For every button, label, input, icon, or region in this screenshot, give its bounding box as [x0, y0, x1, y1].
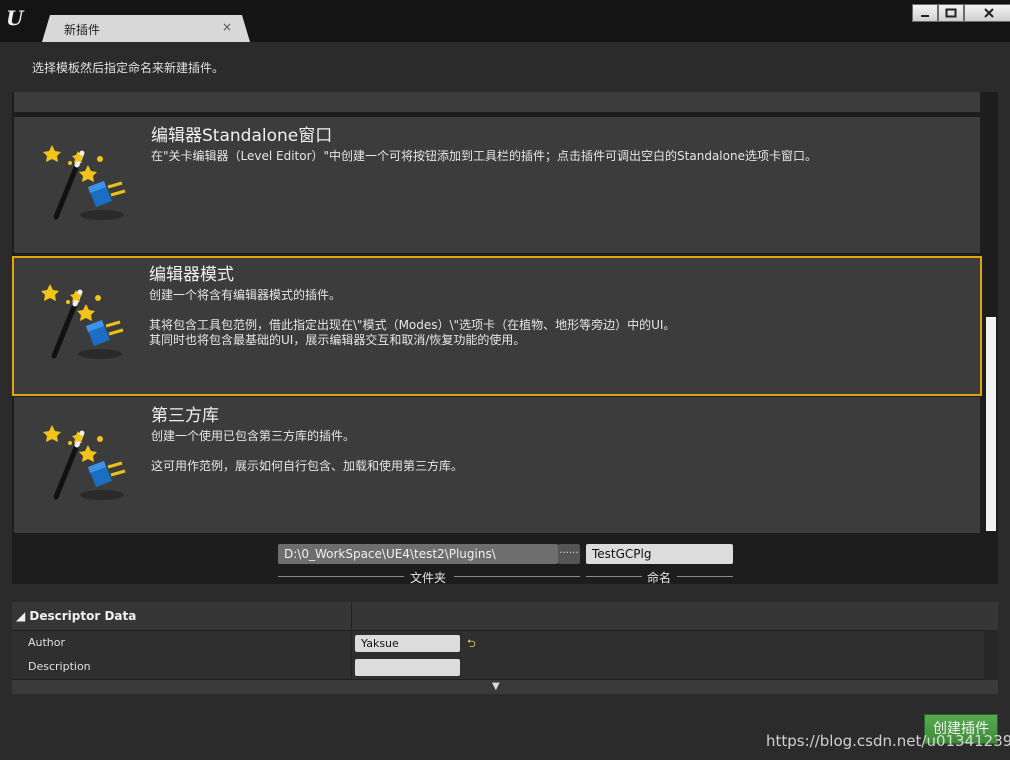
minimize-button[interactable]	[912, 4, 938, 22]
template-card-standalone-window[interactable]: 编辑器Standalone窗口 在"关卡编辑器（Level Editor）"中创…	[14, 117, 980, 253]
column-divider[interactable]	[351, 602, 352, 630]
folder-label-line-left	[278, 576, 404, 577]
scrollbar-thumb[interactable]	[986, 317, 996, 531]
expand-advanced-icon[interactable]: ▼	[492, 681, 500, 692]
template-description: 创建一个使用已包含第三方库的插件。 这可用作范例，展示如何自行包含、加载和使用第…	[151, 429, 464, 473]
maximize-icon	[945, 8, 957, 18]
minimize-icon	[921, 15, 929, 17]
browse-folder-button[interactable]: ......	[558, 544, 580, 564]
plugin-wand-icon	[42, 135, 138, 231]
author-input[interactable]: Yaksue	[355, 635, 460, 652]
template-name: 编辑器模式	[149, 265, 234, 285]
template-name: 编辑器Standalone窗口	[151, 126, 333, 146]
name-label-line-left	[586, 576, 642, 577]
descriptor-title: ◢ Descriptor Data	[16, 609, 137, 623]
plugin-wizard: 选择模板然后指定命名来新建插件。 编辑器Standalone窗口 在"关卡编辑器…	[0, 42, 1010, 760]
template-card-third-party-library[interactable]: 第三方库 创建一个使用已包含第三方库的插件。 这可用作范例，展示如何自行包含、加…	[14, 397, 980, 533]
tab-new-plugin[interactable]: 新插件 ×	[42, 15, 250, 42]
descriptor-title-text: Descriptor Data	[29, 609, 137, 623]
tab-label: 新插件	[64, 23, 101, 37]
descriptor-footer[interactable]: ▼	[12, 680, 998, 694]
column-divider[interactable]	[351, 631, 352, 655]
description-input[interactable]	[355, 659, 460, 676]
folder-label: 文件夹	[410, 571, 447, 585]
name-label-line-right	[677, 576, 733, 577]
close-icon	[984, 8, 994, 18]
template-name: 第三方库	[151, 406, 219, 426]
descriptor-header[interactable]: ◢ Descriptor Data	[12, 602, 998, 630]
maximize-button[interactable]	[938, 4, 964, 22]
author-label: Author	[28, 636, 66, 649]
template-description: 创建一个将含有编辑器模式的插件。 其将包含工具包范例，借此指定出现在\"模式（M…	[149, 288, 676, 347]
tab-close-icon[interactable]: ×	[222, 20, 232, 34]
descriptor-scrollbar[interactable]	[984, 630, 998, 680]
plugin-name-input[interactable]: TestGCPlg	[586, 544, 733, 564]
template-card-partial[interactable]	[14, 92, 980, 112]
description-label: Description	[28, 660, 91, 673]
template-description: 在"关卡编辑器（Level Editor）"中创建一个可将按钮添加到工具栏的插件…	[151, 149, 817, 163]
name-label: 命名	[647, 571, 672, 585]
watermark-text: https://blog.csdn.net/u013412391	[766, 732, 1010, 750]
column-divider[interactable]	[351, 655, 352, 679]
title-bar: U 新插件 ×	[0, 0, 1010, 42]
reset-to-default-icon[interactable]: ⮌	[467, 635, 476, 654]
plugin-wand-icon	[40, 274, 136, 370]
plugin-wand-icon	[42, 415, 138, 511]
instruction-text: 选择模板然后指定命名来新建插件。	[32, 61, 225, 75]
descriptor-data-panel: ◢ Descriptor Data Author Yaksue ⮌ Descri…	[12, 602, 998, 694]
folder-label-line-right	[454, 576, 580, 577]
folder-path-field[interactable]: D:\0_WorkSpace\UE4\test2\Plugins\	[278, 544, 558, 564]
close-window-button[interactable]	[964, 4, 1010, 22]
unreal-logo-icon: U	[6, 6, 24, 30]
window-controls	[912, 4, 1010, 22]
template-list: 编辑器Standalone窗口 在"关卡编辑器（Level Editor）"中创…	[12, 92, 998, 584]
template-card-editor-mode[interactable]: 编辑器模式 创建一个将含有编辑器模式的插件。 其将包含工具包范例，借此指定出现在…	[12, 256, 982, 396]
descriptor-row-author: Author Yaksue ⮌	[12, 631, 998, 655]
descriptor-row-description: Description	[12, 655, 998, 679]
